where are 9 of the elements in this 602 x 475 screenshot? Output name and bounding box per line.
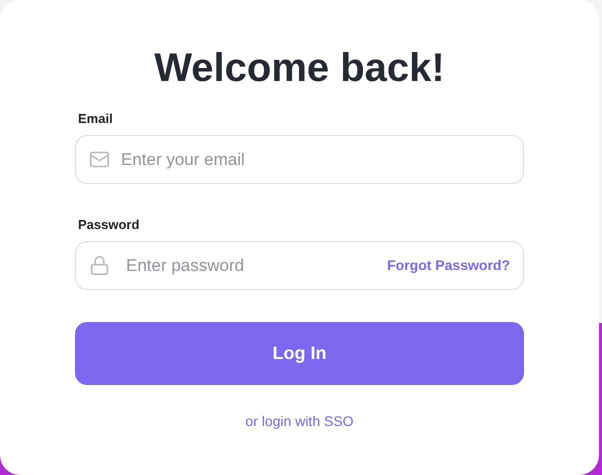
lock-icon	[89, 255, 110, 276]
login-button[interactable]: Log In	[75, 322, 524, 385]
mail-icon	[89, 149, 110, 170]
email-label: Email	[78, 110, 114, 128]
sso-link[interactable]: or login with SSO	[245, 411, 354, 432]
email-field[interactable]: Enter your email	[75, 135, 524, 184]
forgot-password-link[interactable]: Forgot Password?	[387, 256, 510, 274]
password-label: Password	[78, 216, 140, 234]
page-title: Welcome back!	[154, 45, 445, 92]
